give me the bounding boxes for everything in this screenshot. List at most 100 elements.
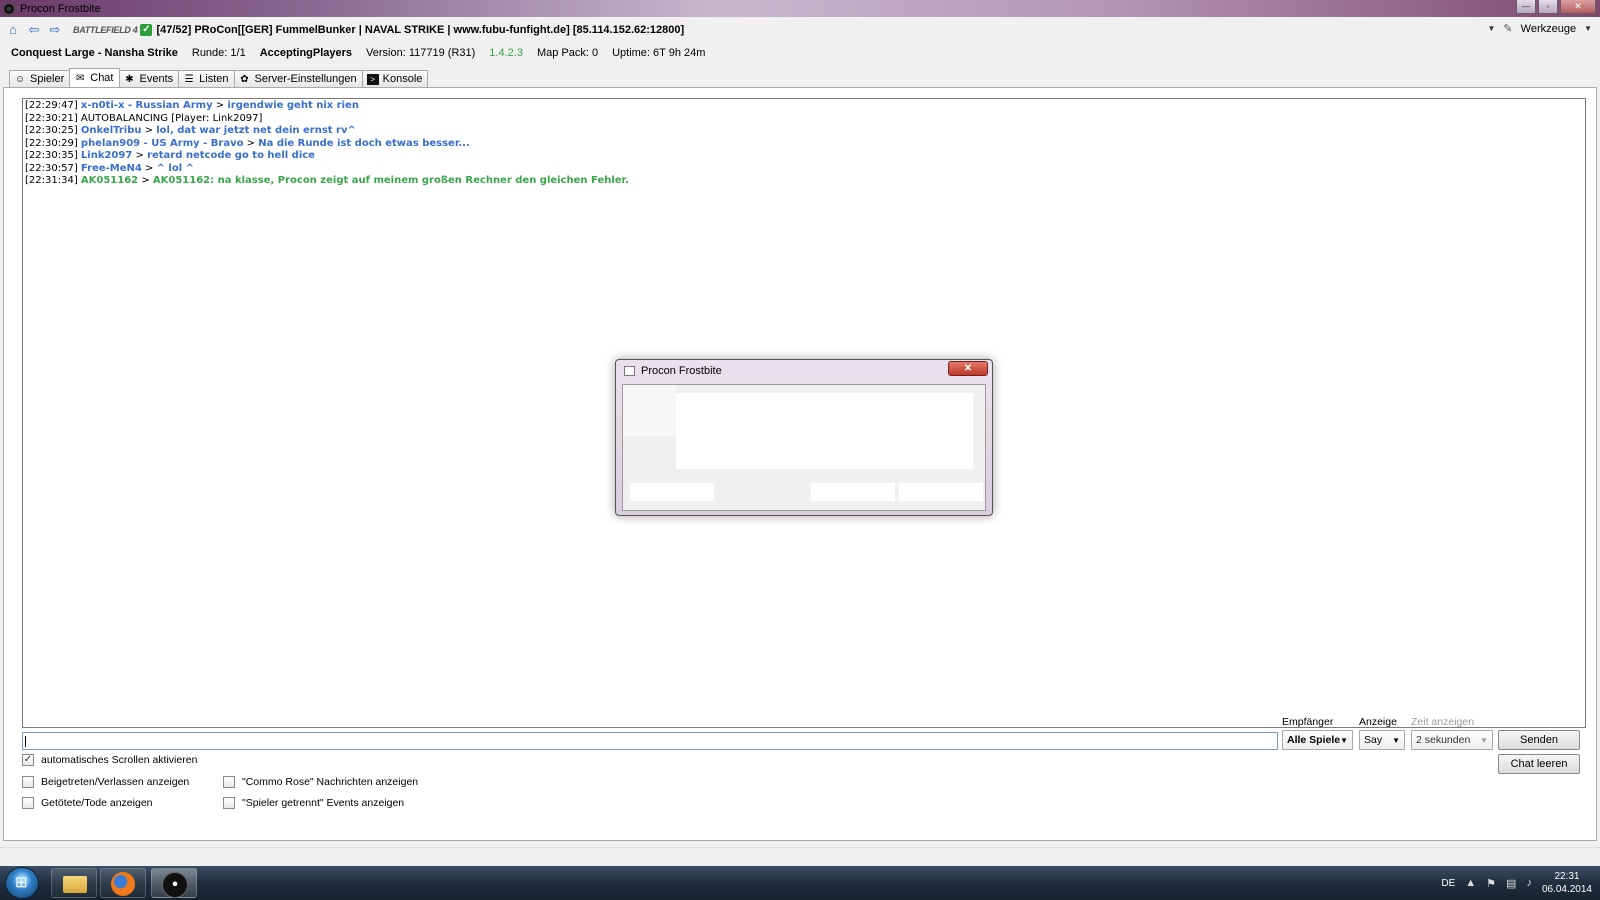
tab-events[interactable]: ✱ Events [118, 70, 180, 87]
chat-sender: OnkelTribu [80, 125, 142, 136]
window-controls: — ▫ ✕ [1516, 0, 1596, 14]
dialog-body [622, 384, 986, 511]
main-tabs: ☺ Spieler ✉ Chat ✱ Events ☰ Listen ✿ Ser… [9, 68, 429, 87]
chat-line: [22:30:57] Free-MeN4 > ^ lol ^ [25, 163, 1583, 176]
join-leave-checkbox[interactable] [22, 776, 34, 788]
server-status-line: Conquest Large - Nansha Strike Runde: 1/… [11, 46, 705, 60]
clear-chat-button[interactable]: Chat leeren [1498, 754, 1580, 774]
chat-timestamp: [22:31:34] [25, 175, 78, 186]
send-button[interactable]: Senden [1498, 730, 1580, 750]
dialog-button[interactable] [630, 483, 714, 501]
chat-timestamp: [22:30:25] [25, 125, 78, 136]
killed-label: Getötete/Tode anzeigen [41, 797, 153, 809]
window-title: Procon Frostbite [20, 2, 101, 15]
chevron-down-icon: ▼ [1480, 735, 1488, 745]
action-center-flag-icon[interactable]: ⚑ [1486, 877, 1496, 890]
explorer-taskbar-button[interactable] [51, 868, 97, 898]
chat-icon: ✉ [76, 72, 85, 84]
procon-dialog: Procon Frostbite ✕ [615, 359, 993, 516]
firefox-taskbar-button[interactable] [100, 868, 146, 898]
chat-timestamp: [22:30:29] [25, 137, 78, 149]
show-hidden-icons-icon[interactable]: ▲ [1465, 877, 1476, 889]
tab-label: Events [139, 73, 174, 85]
server-version: Version: 117719 (R31) [366, 47, 476, 59]
chat-timestamp: [22:30:35] [25, 150, 78, 161]
chat-message: AUTOBALANCING [Player: Link2097] [80, 112, 263, 124]
chat-line: [22:30:35] Link2097 > retard netcode go … [25, 150, 1583, 163]
volume-icon[interactable]: ♪ [1526, 877, 1532, 889]
chat-line: [22:31:34] AK051162 > AK051162: na klass… [25, 175, 1583, 188]
server-state: AcceptingPlayers [259, 47, 353, 59]
chat-sender: Link2097 [80, 150, 133, 161]
start-button[interactable] [5, 867, 39, 899]
chat-sender: phelan909 - US Army - Bravo [80, 137, 244, 149]
dialog-icon-area [623, 385, 676, 436]
tab-label: Spieler [30, 73, 65, 85]
time-select[interactable]: 2 sekunden ▼ [1411, 730, 1493, 750]
dialog-window-icon [624, 366, 635, 376]
close-window-button[interactable]: ✕ [1560, 0, 1596, 14]
clock-date: 06.04.2014 [1541, 884, 1592, 895]
uptime: Uptime: 6T 9h 24m [612, 47, 706, 59]
chat-separator: > [141, 125, 157, 136]
disconnected-label: "Spieler getrennt" Events anzeigen [242, 797, 405, 809]
list-icon: ☰ [184, 73, 194, 85]
connected-check-icon: ✓ [140, 24, 153, 36]
home-icon[interactable]: ⌂ [5, 23, 21, 37]
events-icon: ✱ [125, 73, 134, 85]
tab-server-settings[interactable]: ✿ Server-Einstellungen [233, 70, 363, 87]
chat-timestamp: [22:30:57] [25, 162, 78, 174]
server-dropdown-arrow-icon[interactable]: ▼ [1488, 24, 1496, 33]
procon-app-icon [3, 2, 15, 15]
chat-separator: > [141, 162, 157, 174]
procon-taskbar-button[interactable] [151, 868, 197, 898]
clock[interactable]: 22:31 06.04.2014 [1542, 870, 1592, 896]
chat-separator: > [243, 137, 259, 149]
autoscroll-checkbox[interactable]: ✓ [22, 754, 34, 766]
option-commo-rose: "Commo Rose" Nachrichten anzeigen [223, 776, 418, 788]
back-arrow-icon[interactable]: ⇦ [26, 23, 42, 37]
chat-message: irgendwie geht nix rien [227, 100, 359, 111]
maximize-button[interactable]: ▫ [1538, 0, 1558, 14]
wrench-icon: ✎ [1503, 23, 1513, 35]
clock-time: 22:31 [1554, 871, 1580, 882]
tab-console[interactable]: > Konsole [361, 70, 429, 87]
autoscroll-label: automatisches Scrollen aktivieren [41, 754, 198, 766]
disconnected-checkbox[interactable] [223, 797, 235, 809]
option-autoscroll: ✓ automatisches Scrollen aktivieren [22, 754, 197, 766]
settings-icon: ✿ [240, 73, 249, 85]
tab-listen[interactable]: ☰ Listen [178, 70, 235, 87]
chat-message: retard netcode go to hell dice [147, 150, 315, 161]
display-label: Anzeige [1359, 716, 1397, 728]
dialog-button[interactable] [811, 483, 895, 501]
chat-message: ^ lol ^ [156, 162, 195, 174]
chat-line: [22:30:29] phelan909 - US Army - Bravo >… [25, 138, 1583, 151]
tools-area: ▼ ✎ Werkzeuge ▼ [1488, 22, 1593, 36]
chat-message: Na die Runde ist doch etwas besser... [258, 137, 470, 149]
dialog-close-button[interactable]: ✕ [948, 361, 988, 376]
tab-chat[interactable]: ✉ Chat [69, 68, 120, 87]
forward-arrow-icon[interactable]: ⇨ [47, 23, 63, 37]
language-indicator[interactable]: DE [1441, 878, 1455, 889]
tools-menu[interactable]: Werkzeuge [1521, 23, 1576, 35]
dialog-button[interactable] [899, 483, 983, 501]
chat-line: [22:30:25] OnkelTribu > lol, dat war jet… [25, 125, 1583, 138]
chat-line: [22:29:47] x-n0ti-x - Russian Army > irg… [25, 100, 1583, 113]
minimize-button[interactable]: — [1516, 0, 1536, 14]
chat-message-input[interactable] [22, 732, 1278, 750]
network-icon[interactable]: ▤ [1506, 877, 1516, 890]
console-icon: > [366, 73, 379, 85]
recipient-select[interactable]: Alle Spiele ▼ [1282, 730, 1353, 750]
recipient-value: Alle Spiele [1287, 734, 1341, 746]
tab-label: Chat [90, 72, 114, 84]
windows-taskbar: DE ▲ ⚑ ▤ ♪ 22:31 06.04.2014 [0, 866, 1600, 900]
chat-timestamp: [22:29:47] [25, 100, 78, 111]
tab-spieler[interactable]: ☺ Spieler [9, 70, 71, 87]
procon-version: 1.4.2.3 [489, 47, 523, 59]
display-select[interactable]: Say ▼ [1359, 730, 1405, 750]
tools-dropdown-arrow-icon[interactable]: ▼ [1584, 24, 1592, 33]
commo-rose-checkbox[interactable] [223, 776, 235, 788]
option-disconnected: "Spieler getrennt" Events anzeigen [223, 797, 404, 809]
chat-sender: x-n0ti-x - Russian Army [80, 100, 213, 111]
killed-checkbox[interactable] [22, 797, 34, 809]
